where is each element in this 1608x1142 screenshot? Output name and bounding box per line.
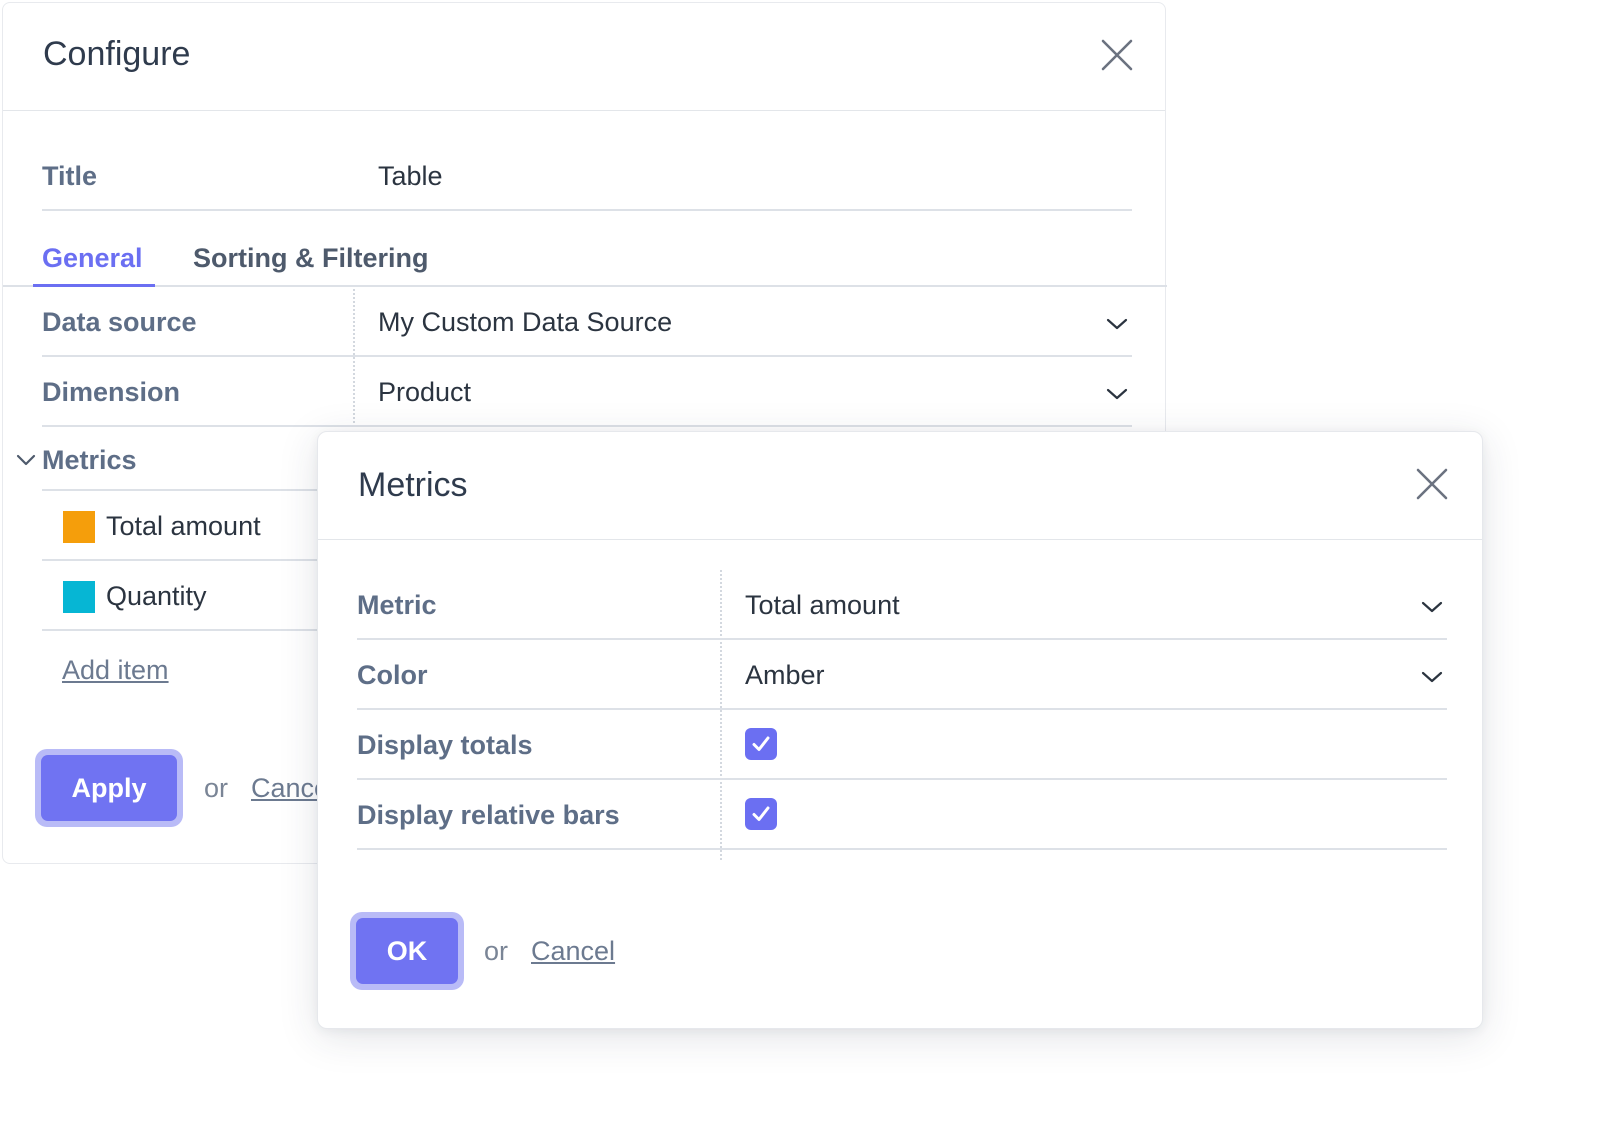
chevron-down-icon[interactable] [1106,387,1128,401]
metric-item-label: Quantity [106,581,207,611]
or-text: or [484,936,509,966]
title-field-value[interactable]: Table [378,161,443,192]
dimension-select[interactable]: Product [378,377,471,408]
cancel-link[interactable]: Cancel [531,936,615,967]
apply-button[interactable]: Apply [41,755,177,821]
metrics-collapse-chevron-icon[interactable] [15,453,37,467]
color-select[interactable]: Amber [745,660,825,691]
display-totals-checkbox[interactable] [745,728,777,760]
tab-sorting-filtering[interactable]: Sorting & Filtering [193,243,429,274]
title-field-label: Title [42,161,98,191]
metric-item[interactable]: Quantity [42,561,332,631]
close-icon[interactable] [1414,466,1450,502]
metrics-section-header[interactable]: Metrics [42,423,332,491]
metrics-section-label: Metrics [42,445,137,475]
check-icon [752,736,770,751]
display-relative-bars-row: Display relative bars [357,780,1447,850]
color-swatch [63,581,95,613]
metrics-dialog-header: Metrics [318,432,1482,540]
ok-button-focus-ring: OK [350,912,464,990]
metric-item-label: Total amount [106,511,261,541]
configure-title: Configure [43,35,191,73]
display-relative-bars-label: Display relative bars [357,800,620,830]
ok-button[interactable]: OK [356,918,458,984]
close-icon[interactable] [1099,37,1135,73]
data-source-label: Data source [42,307,197,337]
data-source-row: Data source My Custom Data Source [42,287,1132,357]
data-source-select[interactable]: My Custom Data Source [378,307,672,338]
chevron-down-icon[interactable] [1421,670,1443,684]
chevron-down-icon[interactable] [1421,600,1443,614]
metric-label: Metric [357,590,437,620]
metrics-dialog: Metrics Metric Total amount Color Amber … [317,431,1483,1029]
stage: Configure Title Table General Sorting & … [0,0,1608,1142]
add-item-link[interactable]: Add item [62,655,169,686]
check-icon [752,806,770,821]
metrics-dialog-title: Metrics [358,466,468,504]
tab-bar: General Sorting & Filtering [3,239,1167,287]
display-totals-label: Display totals [357,730,533,760]
color-row: Color Amber [357,640,1447,710]
or-text: or [204,773,229,803]
dimension-row: Dimension Product [42,357,1132,427]
color-swatch [63,511,95,543]
configure-header: Configure [3,3,1165,111]
title-field[interactable]: Title Table [42,133,1132,211]
metric-item[interactable]: Total amount [42,491,332,561]
color-label: Color [357,660,428,690]
display-relative-bars-checkbox[interactable] [745,798,777,830]
chevron-down-icon[interactable] [1106,317,1128,331]
metric-row: Metric Total amount [357,570,1447,640]
apply-button-focus-ring: Apply [35,749,183,827]
metric-select[interactable]: Total amount [745,590,900,621]
tab-general[interactable]: General [42,243,143,274]
dimension-label: Dimension [42,377,181,407]
display-totals-row: Display totals [357,710,1447,780]
